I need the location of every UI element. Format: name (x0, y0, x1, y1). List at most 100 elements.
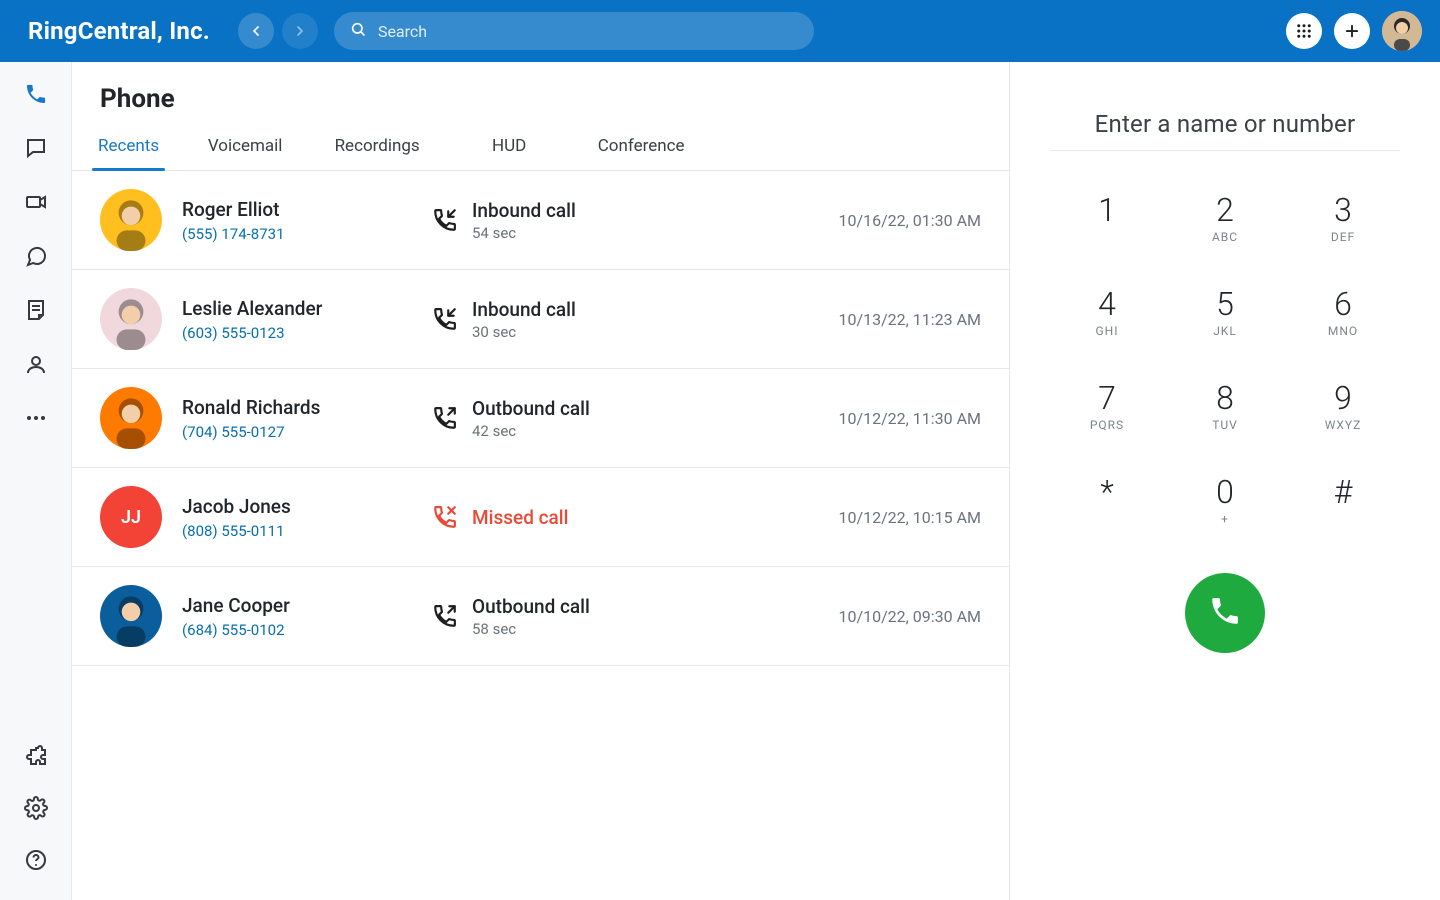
dial-digit: # (1334, 476, 1353, 508)
dial-key-3[interactable]: 3 DEF (1298, 175, 1388, 263)
sidebar-item-video[interactable] (22, 190, 50, 218)
contact-name: Roger Elliot (182, 198, 432, 221)
dial-key-5[interactable]: 5 JKL (1180, 269, 1270, 357)
call-type: Missed call (472, 506, 568, 529)
contact-name: Ronald Richards (182, 396, 432, 419)
note-icon (24, 298, 48, 326)
call-list: Roger Elliot (555) 174-8731 Inbound call… (72, 171, 1009, 666)
phone-icon (24, 82, 48, 110)
app-sidebar (0, 62, 72, 900)
dial-key-2[interactable]: 2 ABC (1180, 175, 1270, 263)
contact-name: Jacob Jones (182, 495, 432, 518)
sidebar-item-more[interactable] (22, 406, 50, 434)
call-duration: 42 sec (472, 422, 590, 440)
nav-back-button[interactable] (238, 13, 274, 49)
tab-recordings[interactable]: Recordings (311, 124, 443, 170)
dial-letters: WXYZ (1325, 418, 1362, 432)
contact-phone: (555) 174-8731 (182, 225, 432, 243)
call-duration: 58 sec (472, 620, 590, 638)
contact-avatar (100, 387, 162, 449)
dialpad-launcher-button[interactable] (1286, 13, 1322, 49)
call-row[interactable]: Roger Elliot (555) 174-8731 Inbound call… (72, 171, 1009, 270)
dial-letters: DEF (1331, 230, 1355, 244)
dial-call-button[interactable] (1185, 573, 1265, 653)
call-timestamp: 10/10/22, 09:30 AM (781, 607, 981, 626)
dial-digit: 8 (1216, 382, 1234, 414)
puzzle-icon (24, 744, 48, 772)
dial-letters: TUV (1212, 418, 1238, 432)
sidebar-item-text[interactable] (22, 136, 50, 164)
dial-letters: GHI (1096, 324, 1119, 338)
phone-tabs: RecentsVoicemailRecordingsHUDConference (72, 124, 1009, 171)
call-row[interactable]: JJ Jacob Jones (808) 555-0111 Missed cal… (72, 468, 1009, 567)
video-icon (24, 190, 48, 218)
message-square-icon (24, 136, 48, 164)
dial-key-4[interactable]: 4 GHI (1062, 269, 1152, 357)
nav-forward-button[interactable] (282, 13, 318, 49)
in-call-icon (432, 207, 458, 233)
missed-call-icon (432, 504, 458, 530)
contact-icon (24, 352, 48, 380)
sidebar-item-tasks[interactable] (22, 298, 50, 326)
call-type: Inbound call (472, 199, 576, 222)
call-timestamp: 10/12/22, 10:15 AM (781, 508, 981, 527)
dial-digit: 5 (1216, 288, 1234, 320)
gear-icon (24, 796, 48, 824)
sidebar-item-settings[interactable] (22, 796, 50, 824)
dial-key-8[interactable]: 8 TUV (1180, 363, 1270, 451)
call-timestamp: 10/13/22, 11:23 AM (781, 310, 981, 329)
dial-key-0[interactable]: 0 + (1180, 457, 1270, 545)
tab-hud[interactable]: HUD (443, 124, 575, 170)
contact-phone: (704) 555-0127 (182, 423, 432, 441)
dial-digit: * (1100, 476, 1114, 508)
dial-digit: 4 (1098, 288, 1116, 320)
sidebar-item-help[interactable] (22, 848, 50, 876)
call-row[interactable]: Ronald Richards (704) 555-0127 Outbound … (72, 369, 1009, 468)
contact-name: Leslie Alexander (182, 297, 432, 320)
dial-digit: 9 (1334, 382, 1352, 414)
chat-bubble-icon (24, 244, 48, 272)
global-search[interactable] (334, 12, 814, 50)
dial-key-*[interactable]: * (1062, 457, 1152, 545)
more-horizontal-icon (24, 406, 48, 434)
dial-digit: 0 (1216, 476, 1234, 508)
sidebar-item-contacts[interactable] (22, 352, 50, 380)
dial-letters: PQRS (1090, 418, 1124, 432)
contact-avatar (100, 585, 162, 647)
dial-digit: 6 (1334, 288, 1352, 320)
out-call-icon (432, 603, 458, 629)
call-type: Outbound call (472, 397, 590, 420)
dial-digit: 2 (1216, 194, 1234, 226)
out-call-icon (432, 405, 458, 431)
call-type: Inbound call (472, 298, 576, 321)
dial-digit: 7 (1098, 382, 1116, 414)
profile-avatar[interactable] (1382, 11, 1422, 51)
contact-avatar: JJ (100, 486, 162, 548)
in-call-icon (432, 306, 458, 332)
call-duration: 54 sec (472, 224, 576, 242)
dial-key-7[interactable]: 7 PQRS (1062, 363, 1152, 451)
tab-conference[interactable]: Conference (575, 124, 707, 170)
dial-input[interactable]: Enter a name or number (1050, 98, 1400, 151)
tab-recents[interactable]: Recents (78, 124, 179, 170)
dial-key-6[interactable]: 6 MNO (1298, 269, 1388, 357)
app-brand: RingCentral, Inc. (28, 17, 210, 45)
sidebar-item-apps[interactable] (22, 744, 50, 772)
tab-voicemail[interactable]: Voicemail (179, 124, 311, 170)
call-row[interactable]: Jane Cooper (684) 555-0102 Outbound call… (72, 567, 1009, 666)
contact-avatar (100, 189, 162, 251)
search-icon (350, 21, 366, 41)
dial-key-1[interactable]: 1 (1062, 175, 1152, 263)
dial-key-9[interactable]: 9 WXYZ (1298, 363, 1388, 451)
contact-phone: (684) 555-0102 (182, 621, 432, 639)
dial-letters: MNO (1328, 324, 1358, 338)
add-button[interactable] (1334, 13, 1370, 49)
sidebar-item-chat[interactable] (22, 244, 50, 272)
dial-key-#[interactable]: # (1298, 457, 1388, 545)
search-input[interactable] (376, 21, 798, 42)
sidebar-item-phone[interactable] (22, 82, 50, 110)
call-row[interactable]: Leslie Alexander (603) 555-0123 Inbound … (72, 270, 1009, 369)
call-timestamp: 10/16/22, 01:30 AM (781, 211, 981, 230)
dial-letters: JKL (1213, 324, 1237, 338)
dial-digit: 3 (1334, 194, 1352, 226)
